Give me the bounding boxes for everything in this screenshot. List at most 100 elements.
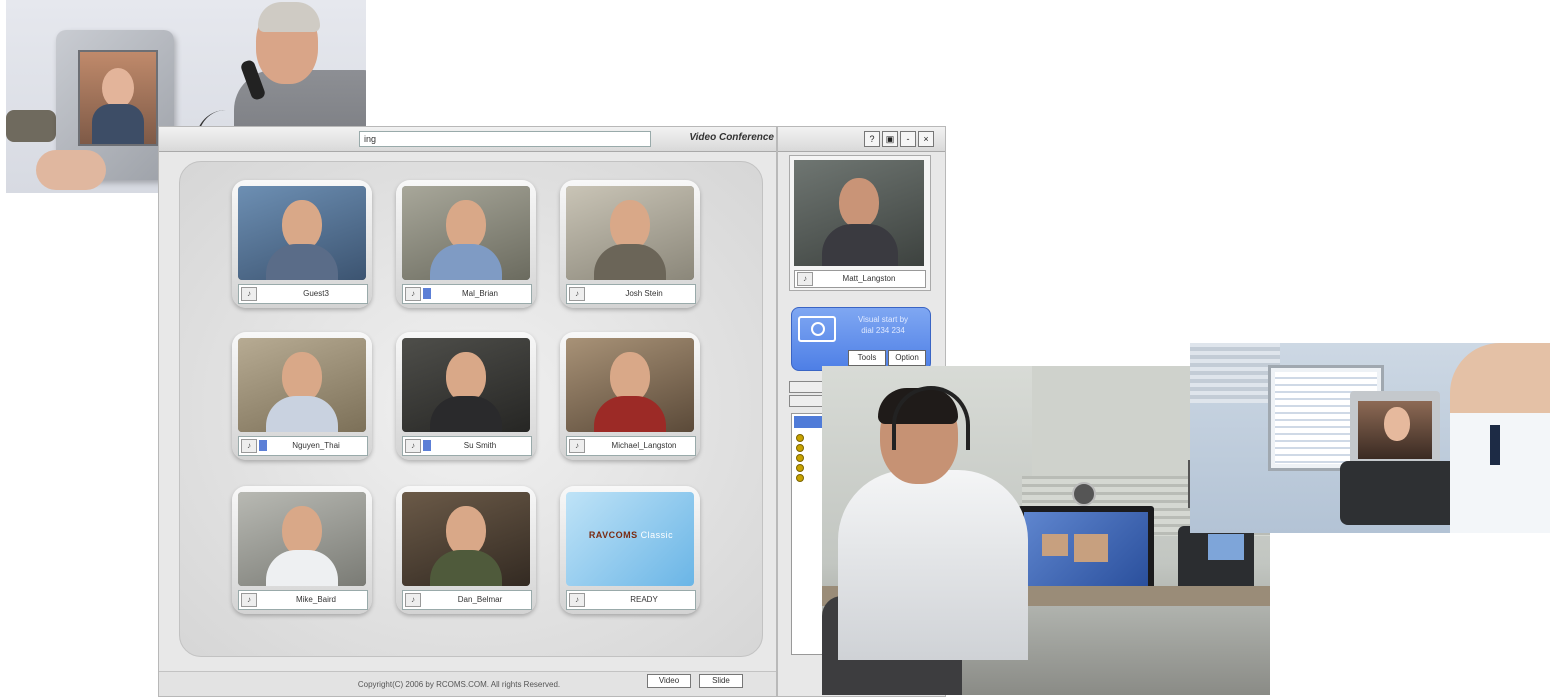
participant-name: Su Smith xyxy=(463,441,497,450)
participant-tile[interactable]: ♪ Guest3 xyxy=(232,180,372,308)
caption-bar: ♪ Matt_Langston xyxy=(794,270,926,288)
kiosk-person xyxy=(92,104,144,144)
participant-tile[interactable]: ♪ Josh Stein xyxy=(560,180,700,308)
caption-bar: ♪ READY xyxy=(566,590,696,610)
tools-button[interactable]: Tools xyxy=(848,350,886,366)
user-status-icon xyxy=(796,434,804,442)
participant-tile[interactable]: ♪ Mike_Baird xyxy=(232,486,372,614)
phone-display xyxy=(1208,534,1244,560)
url-field[interactable]: ing xyxy=(359,131,651,147)
participant-name: Nguyen_Thai xyxy=(292,441,340,450)
audio-level-bar xyxy=(423,288,431,299)
handset-shape xyxy=(6,110,56,142)
preview-video xyxy=(794,160,924,266)
participant-video xyxy=(238,338,366,432)
participant-name: Dan_Belmar xyxy=(457,595,503,604)
ready-video-slot: RAVCOMS Classic xyxy=(566,492,694,586)
participant-name: Josh Stein xyxy=(625,289,663,298)
speaker-icon[interactable]: ♪ xyxy=(405,439,421,453)
dial-info: Visual start by dial 234 234 xyxy=(840,314,926,336)
caption-bar: ♪ Nguyen_Thai xyxy=(238,436,368,456)
participant-video xyxy=(402,338,530,432)
man-tie xyxy=(1490,425,1500,465)
hand-shape xyxy=(36,150,106,190)
speaker-icon[interactable]: ♪ xyxy=(241,439,257,453)
person-head xyxy=(610,352,650,402)
video-pip xyxy=(1074,534,1108,562)
person-body xyxy=(838,470,1028,660)
speaker-icon[interactable]: ♪ xyxy=(405,593,421,607)
speaker-icon[interactable]: ♪ xyxy=(569,439,585,453)
side-preview[interactable]: ♪ Matt_Langston xyxy=(789,155,931,291)
kiosk-screen xyxy=(78,50,158,146)
speaker-icon[interactable]: ♪ xyxy=(569,287,585,301)
monitor-screen xyxy=(1024,512,1148,588)
video-phone xyxy=(1350,391,1440,467)
user-status-icon xyxy=(796,444,804,452)
footer-bar: Copyright(C) 2006 by RCOMS.COM. All righ… xyxy=(159,671,776,696)
logo-subtext: Classic xyxy=(640,530,674,540)
window-title: Video Conference xyxy=(689,132,774,143)
ready-tile[interactable]: RAVCOMS Classic ♪ READY xyxy=(560,486,700,614)
window-buttons: ? ▣ - × xyxy=(864,131,934,147)
minimize-button[interactable]: - xyxy=(900,131,916,147)
man-hair xyxy=(258,2,320,32)
person-head xyxy=(839,178,879,228)
window-blinds xyxy=(1190,343,1280,403)
person-head xyxy=(446,352,486,402)
participant-video xyxy=(238,186,366,280)
participant-video xyxy=(402,492,530,586)
participant-tile[interactable]: ♪ Mal_Brian xyxy=(396,180,536,308)
option-button[interactable]: Option xyxy=(888,350,926,366)
desk-monitor xyxy=(1018,506,1154,598)
participant-tile[interactable]: ♪ Dan_Belmar xyxy=(396,486,536,614)
desk-phone xyxy=(1178,526,1254,592)
caption-bar: ♪ Su Smith xyxy=(402,436,532,456)
participant-name: Michael_Langston xyxy=(611,441,677,450)
user-status-icon xyxy=(796,474,804,482)
speaker-icon[interactable]: ♪ xyxy=(797,272,813,286)
person-head xyxy=(282,352,322,402)
close-button[interactable]: × xyxy=(918,131,934,147)
person-head xyxy=(446,506,486,556)
man-figure xyxy=(1450,343,1550,533)
dial-info-line1: Visual start by xyxy=(857,315,909,324)
title-bar: ing Video Conference ? ▣ - × xyxy=(159,127,945,152)
caption-bar: ♪ Michael_Langston xyxy=(566,436,696,456)
audio-level-bar xyxy=(259,440,267,451)
user-status-icon xyxy=(796,454,804,462)
help-button[interactable]: ? xyxy=(864,131,880,147)
participant-video xyxy=(238,492,366,586)
caption-bar: ♪ Mike_Baird xyxy=(238,590,368,610)
speaker-icon[interactable]: ♪ xyxy=(241,593,257,607)
preview-name: Matt_Langston xyxy=(842,274,896,283)
person-torso xyxy=(822,224,898,266)
participant-tile[interactable]: ♪ Michael_Langston xyxy=(560,332,700,460)
participant-tile[interactable]: ♪ Su Smith xyxy=(396,332,536,460)
slide-button[interactable]: Slide xyxy=(699,674,743,688)
dial-panel: Visual start by dial 234 234 Tools Optio… xyxy=(791,307,931,371)
participant-video xyxy=(566,338,694,432)
dial-info-line2: dial 234 234 xyxy=(861,326,905,335)
participant-tile[interactable]: ♪ Nguyen_Thai xyxy=(232,332,372,460)
participant-name: Guest3 xyxy=(303,289,329,298)
speaker-icon[interactable]: ♪ xyxy=(241,287,257,301)
person-head xyxy=(282,506,322,556)
kiosk-face xyxy=(102,68,134,108)
ready-status: READY xyxy=(630,595,658,604)
person-head xyxy=(282,200,322,250)
participant-name: Mal_Brian xyxy=(461,289,498,298)
ravcoms-logo: RAVCOMS Classic xyxy=(576,530,686,540)
logo-text: RAVCOMS xyxy=(588,530,638,540)
participant-name: Mike_Baird xyxy=(295,595,336,604)
caption-bar: ♪ Guest3 xyxy=(238,284,368,304)
video-button[interactable]: Video xyxy=(647,674,691,688)
copyright-text: Copyright(C) 2006 by RCOMS.COM. All righ… xyxy=(357,680,561,689)
person-head xyxy=(446,200,486,250)
speaker-icon[interactable]: ♪ xyxy=(569,593,585,607)
person-head xyxy=(610,200,650,250)
participant-video xyxy=(402,186,530,280)
caller-face xyxy=(1384,407,1410,441)
speaker-icon[interactable]: ♪ xyxy=(405,287,421,301)
restore-button[interactable]: ▣ xyxy=(882,131,898,147)
